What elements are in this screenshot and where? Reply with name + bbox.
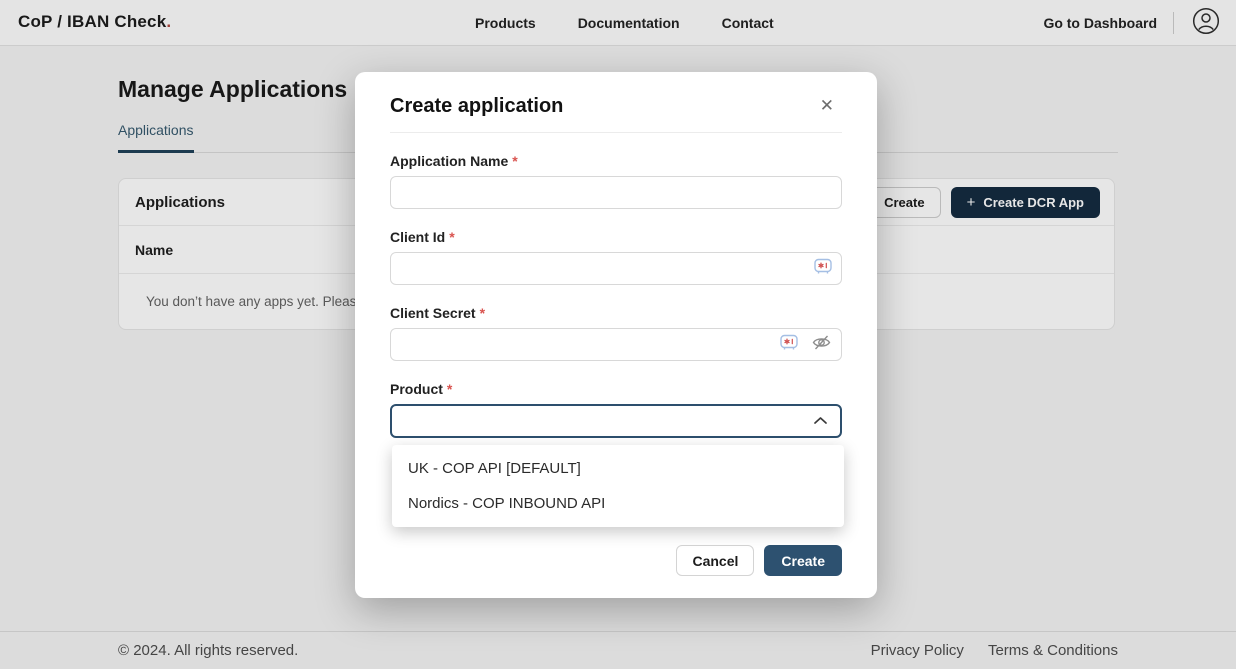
label-text: Client Secret [390,305,476,321]
required-marker: * [449,229,454,245]
client-secret-input[interactable] [390,328,842,361]
client-secret-label: Client Secret* [390,305,842,321]
required-marker: * [512,153,517,169]
product-field-group: Product* UK - COP API [DEFAULT] Nordics … [390,381,842,438]
modal-header: Create application ✕ [390,95,842,133]
modal-title: Create application [390,95,563,118]
client-secret-field-group: Client Secret* [390,305,842,361]
option-uk-cop-api[interactable]: UK - COP API [DEFAULT] [392,451,844,486]
chevron-up-icon [813,412,828,430]
application-name-input-wrap [390,176,842,209]
client-id-input-wrap [390,252,842,285]
product-select[interactable]: UK - COP API [DEFAULT] Nordics - COP INB… [390,404,842,438]
label-text: Product [390,381,443,397]
create-application-modal: Create application ✕ Application Name* C… [355,72,877,598]
modal-create-button[interactable]: Create [764,545,842,576]
client-id-input[interactable] [390,252,842,285]
label-text: Client Id [390,229,445,245]
application-name-input[interactable] [390,176,842,209]
application-name-field-group: Application Name* [390,153,842,209]
required-marker: * [447,381,452,397]
product-label: Product* [390,381,842,397]
client-id-input-icons [814,252,832,285]
label-text: Application Name [390,153,508,169]
close-icon[interactable]: ✕ [816,93,838,118]
client-secret-input-icons [780,328,832,361]
password-manager-vault-icon[interactable] [780,334,798,356]
client-id-field-group: Client Id* [390,229,842,285]
product-dropdown: UK - COP API [DEFAULT] Nordics - COP INB… [392,445,844,527]
client-secret-input-wrap [390,328,842,361]
option-nordics-cop-inbound-api[interactable]: Nordics - COP INBOUND API [392,486,844,521]
required-marker: * [480,305,485,321]
modal-actions: Cancel Create [676,545,842,576]
application-name-label: Application Name* [390,153,842,169]
password-manager-vault-icon[interactable] [814,258,832,280]
cancel-button[interactable]: Cancel [676,545,754,576]
toggle-visibility-eye-slash-icon[interactable] [811,334,832,356]
client-id-label: Client Id* [390,229,842,245]
